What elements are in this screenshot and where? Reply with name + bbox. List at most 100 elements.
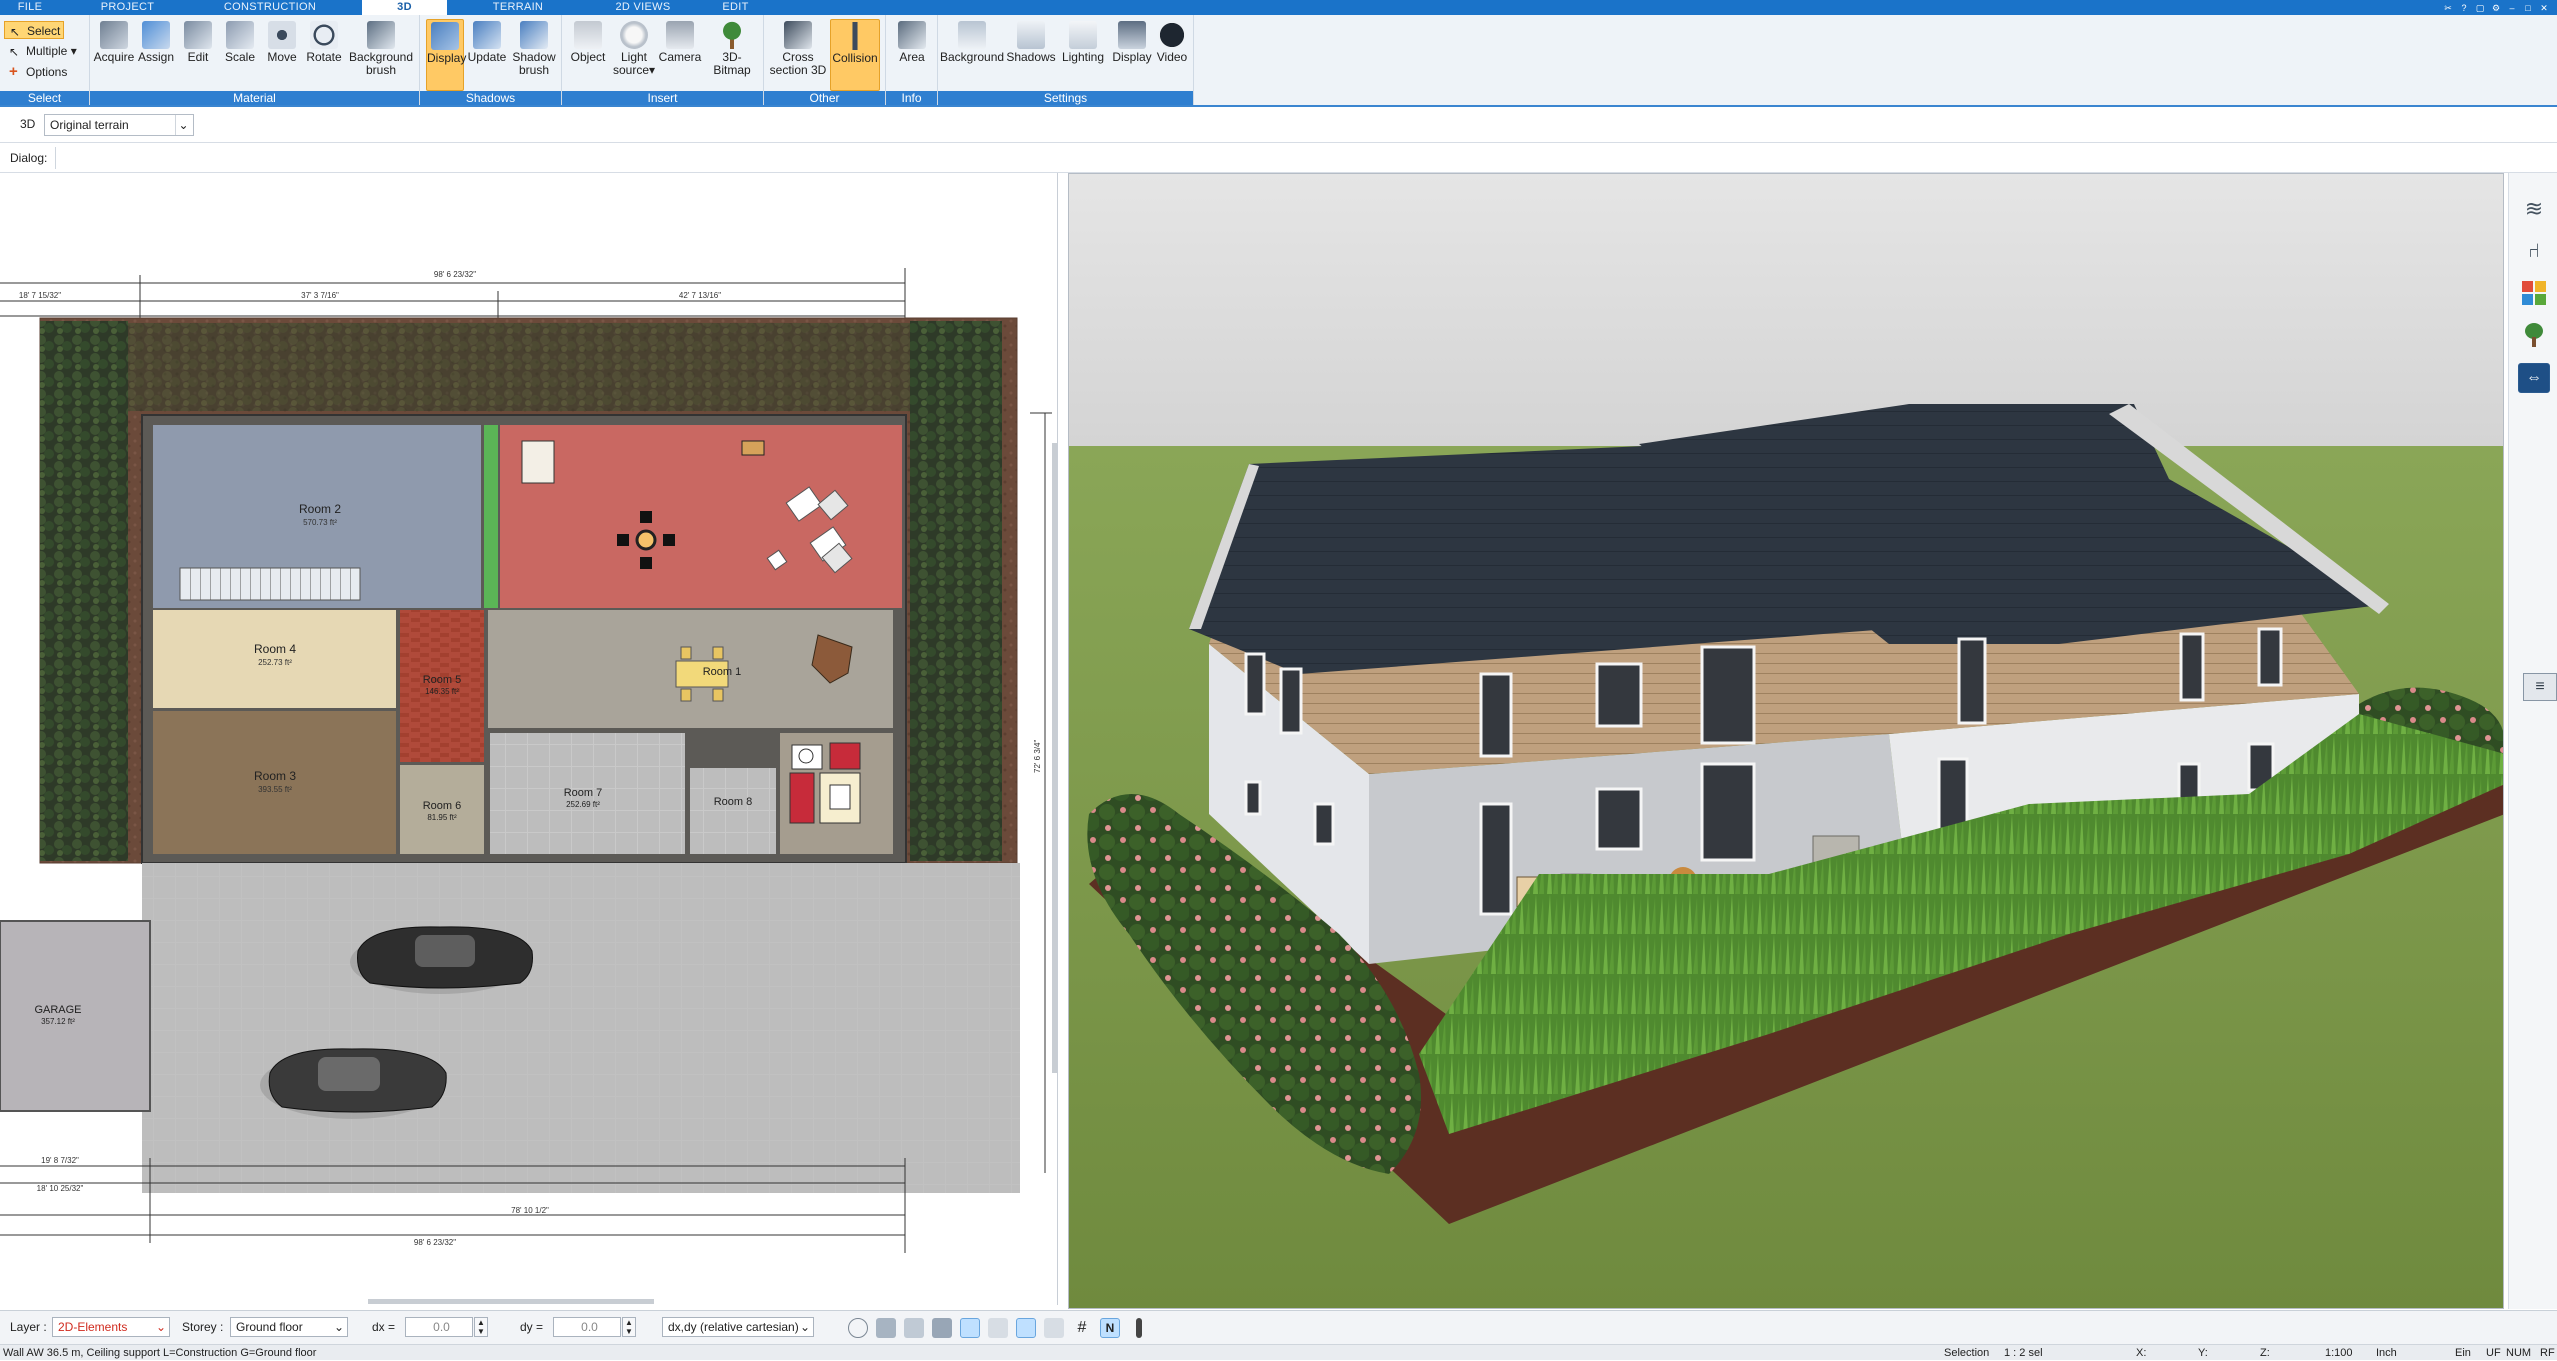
angle-icon[interactable] xyxy=(960,1318,980,1338)
scale-ratio: 1:100 xyxy=(2325,1347,2353,1359)
grid-lines-icon[interactable] xyxy=(988,1318,1008,1338)
status-bar: Wall AW 36.5 m, Ceiling support L=Constr… xyxy=(0,1344,2557,1360)
more-icon[interactable] xyxy=(1136,1318,1142,1338)
edit-material-button[interactable]: Edit xyxy=(178,19,218,91)
snap-icon[interactable] xyxy=(876,1318,896,1338)
room-5-area: 146.35 ft² xyxy=(425,687,459,696)
assign-button[interactable]: Assign xyxy=(136,19,176,91)
tab-terrain[interactable]: TERRAIN xyxy=(488,0,548,15)
multiple-dropdown[interactable]: ↖ Multiple ▾ xyxy=(4,42,84,60)
room-2-area: 570.73 ft² xyxy=(303,518,337,527)
pencil-icon xyxy=(184,21,212,49)
dy-input[interactable]: 0.0 xyxy=(553,1317,621,1337)
settings-icon[interactable]: ⚙ xyxy=(2491,3,2501,13)
tab-edit[interactable]: EDIT xyxy=(718,0,753,15)
object-button[interactable]: Object xyxy=(566,19,610,91)
display-settings-button[interactable]: Display xyxy=(1110,19,1154,91)
paint-bucket-icon xyxy=(142,21,170,49)
insert-group: Object Light source▾ Camera 3D-Bitmap In… xyxy=(562,15,764,105)
tools-icon[interactable] xyxy=(904,1318,924,1338)
north-icon[interactable]: N xyxy=(1100,1318,1120,1338)
acquire-button[interactable]: Acquire xyxy=(92,19,136,91)
lighting-settings-button[interactable]: Lighting xyxy=(1058,19,1108,91)
restore-icon[interactable]: ▢ xyxy=(2475,3,2485,13)
update-shadows-button[interactable]: Update xyxy=(466,19,508,91)
terrain-dropdown[interactable]: Original terrain ⌄ xyxy=(44,114,194,136)
tool-icon[interactable]: ✂ xyxy=(2443,3,2453,13)
tree-icon[interactable] xyxy=(2520,321,2548,349)
play-icon xyxy=(1158,21,1186,49)
lightbulb-icon xyxy=(620,21,648,49)
video-button[interactable]: Video xyxy=(1152,19,1192,91)
cross-section-3d-button[interactable]: Cross section 3D xyxy=(768,19,828,91)
cross-section-icon xyxy=(784,21,812,49)
palette-icon[interactable] xyxy=(2520,279,2548,307)
uf-indicator: UF xyxy=(2486,1347,2501,1359)
dx-input[interactable]: 0.0 xyxy=(405,1317,473,1337)
layers-toggle-icon[interactable] xyxy=(1044,1318,1064,1338)
area-button[interactable]: Area xyxy=(890,19,934,91)
rotate-button[interactable]: Rotate xyxy=(304,19,344,91)
background-brush-button[interactable]: Background brush xyxy=(348,19,414,91)
dim-top-right: 42' 7 13/16" xyxy=(679,291,721,300)
coordinate-mode-dropdown[interactable]: dx,dy (relative cartesian) ⌄ xyxy=(662,1317,814,1337)
ortho-icon[interactable] xyxy=(1016,1318,1036,1338)
chair-icon[interactable]: ⑁ xyxy=(2520,237,2548,265)
scale-button[interactable]: Scale xyxy=(220,19,260,91)
tab-2d-views[interactable]: 2D VIEWS xyxy=(608,0,678,15)
move-button[interactable]: Move xyxy=(262,19,302,91)
tab-3d[interactable]: 3D xyxy=(362,0,447,15)
swap-icon[interactable]: ⇔ xyxy=(2518,363,2550,393)
select-group: ↖ Select ↖ Multiple ▾ + Options Select xyxy=(0,15,90,105)
layer-dropdown[interactable]: 2D-Elements ⌄ xyxy=(52,1317,170,1337)
move-arrows-icon xyxy=(268,21,296,49)
object-snap-icon[interactable] xyxy=(932,1318,952,1338)
collision-button[interactable]: Collision xyxy=(830,19,880,91)
dim-bottom-mid: 78' 10 1/2" xyxy=(511,1206,549,1215)
storey-dropdown[interactable]: Ground floor ⌄ xyxy=(230,1317,348,1337)
camera-button[interactable]: Camera xyxy=(658,19,702,91)
rotate-icon xyxy=(310,21,338,49)
unit-label: Inch xyxy=(2376,1347,2397,1359)
dialog-toolbar: Dialog: xyxy=(0,143,2557,173)
garage-label: GARAGE xyxy=(34,1004,81,1016)
3d-bitmap-button[interactable]: 3D-Bitmap xyxy=(704,19,760,91)
shadows-settings-button[interactable]: Shadows xyxy=(1006,19,1056,91)
grip-icon[interactable]: ≡ xyxy=(2523,673,2557,701)
shadows-group-label: Shadows xyxy=(420,91,561,105)
camera-icon xyxy=(666,21,694,49)
tab-file[interactable]: FILE xyxy=(10,0,50,15)
options-button[interactable]: + Options xyxy=(4,63,84,81)
background-settings-button[interactable]: Background xyxy=(940,19,1004,91)
select-button[interactable]: ↖ Select xyxy=(4,21,64,39)
shadow-brush-button[interactable]: Shadow brush xyxy=(510,19,558,91)
dx-label: dx = xyxy=(372,1320,396,1334)
room-2-label: Room 2 xyxy=(299,502,341,516)
car-bottom xyxy=(260,1048,447,1119)
clock-icon[interactable] xyxy=(848,1318,868,1338)
info-group: Area Info xyxy=(886,15,938,105)
chevron-down-icon: ⌄ xyxy=(175,115,191,135)
display-shadows-button[interactable]: Display xyxy=(426,19,466,91)
house-shadow-icon xyxy=(1017,21,1045,49)
dx-spinner[interactable]: ▲ ▼ xyxy=(474,1317,488,1337)
tab-project[interactable]: PROJECT xyxy=(100,0,155,15)
help-icon[interactable]: ? xyxy=(2459,3,2469,13)
floor-plan-view[interactable]: 98' 6 23/32" 37' 3 7/16" 42' 7 13/16" 18… xyxy=(0,173,1058,1305)
layer-label: Layer : xyxy=(10,1320,47,1334)
status-message: Wall AW 36.5 m, Ceiling support L=Constr… xyxy=(3,1347,317,1359)
tab-construction[interactable]: CONSTRUCTION xyxy=(220,0,320,15)
grid-icon[interactable]: # xyxy=(1072,1318,1092,1338)
dy-spinner[interactable]: ▲ ▼ xyxy=(622,1317,636,1337)
close-icon[interactable]: ✕ xyxy=(2539,3,2549,13)
3d-view[interactable] xyxy=(1068,173,2504,1309)
insert-group-label: Insert xyxy=(562,91,763,105)
house-light-icon xyxy=(1069,21,1097,49)
light-source-button[interactable]: Light source▾ xyxy=(612,19,656,91)
room-8-label: Room 8 xyxy=(714,796,753,808)
minimize-icon[interactable]: – xyxy=(2507,3,2517,13)
dim-top-far-left: 18' 7 15/32" xyxy=(19,291,61,300)
brush-icon xyxy=(367,21,395,49)
maximize-icon[interactable]: □ xyxy=(2523,3,2533,13)
layers-icon[interactable]: ≋ xyxy=(2520,195,2548,223)
